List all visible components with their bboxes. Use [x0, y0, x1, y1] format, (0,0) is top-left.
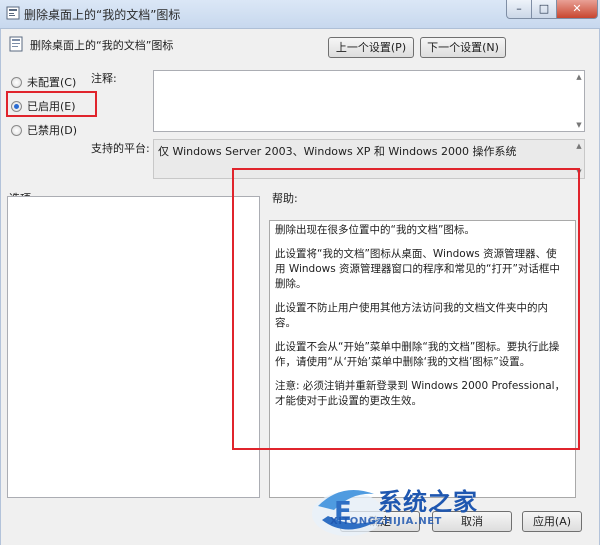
close-button[interactable]: ✕ — [556, 0, 598, 19]
setting-icon — [9, 36, 23, 52]
comment-textarea[interactable]: ▲ ▼ — [153, 70, 585, 132]
radio-disabled[interactable]: 已禁用(D) — [11, 122, 77, 138]
watermark-logo: E 系统之家 XITONGZHIJIA.NET — [308, 476, 544, 542]
highlight-enabled-box — [6, 91, 97, 117]
comment-scrollbar[interactable]: ▲ ▼ — [574, 71, 584, 131]
window-title: 删除桌面上的“我的文档”图标 — [24, 8, 181, 22]
radio-disabled-circle[interactable] — [11, 124, 22, 136]
radio-not-configured[interactable]: 未配置(C) — [11, 74, 76, 90]
radio-disabled-label: 已禁用(D) — [27, 124, 78, 137]
options-pane — [7, 196, 260, 498]
maximize-button[interactable]: □ — [531, 0, 557, 19]
supported-on-label: 支持的平台: — [91, 142, 150, 155]
radio-not-configured-label: 未配置(C) — [27, 76, 77, 89]
close-icon: ✕ — [572, 2, 582, 15]
watermark-brand: 系统之家 — [378, 488, 478, 516]
scroll-up-icon[interactable]: ▲ — [574, 141, 584, 151]
highlight-help-box — [232, 168, 580, 450]
minimize-button[interactable]: – — [506, 0, 532, 19]
next-setting-button[interactable]: 下一个设置(N) — [420, 37, 506, 58]
supported-on-value: 仅 Windows Server 2003、Windows XP 和 Windo… — [158, 145, 517, 158]
minimize-icon: – — [516, 2, 522, 15]
radio-not-configured-circle[interactable] — [11, 76, 22, 88]
policy-name: 删除桌面上的“我的文档”图标 — [30, 39, 174, 52]
previous-setting-button[interactable]: 上一个设置(P) — [328, 37, 414, 58]
watermark-domain: XITONGZHIJIA.NET — [330, 516, 442, 527]
scroll-down-icon[interactable]: ▼ — [574, 120, 584, 130]
comment-label: 注释: — [91, 72, 117, 85]
policy-icon — [6, 6, 20, 20]
scroll-up-icon[interactable]: ▲ — [574, 72, 584, 82]
maximize-icon: □ — [538, 2, 550, 15]
